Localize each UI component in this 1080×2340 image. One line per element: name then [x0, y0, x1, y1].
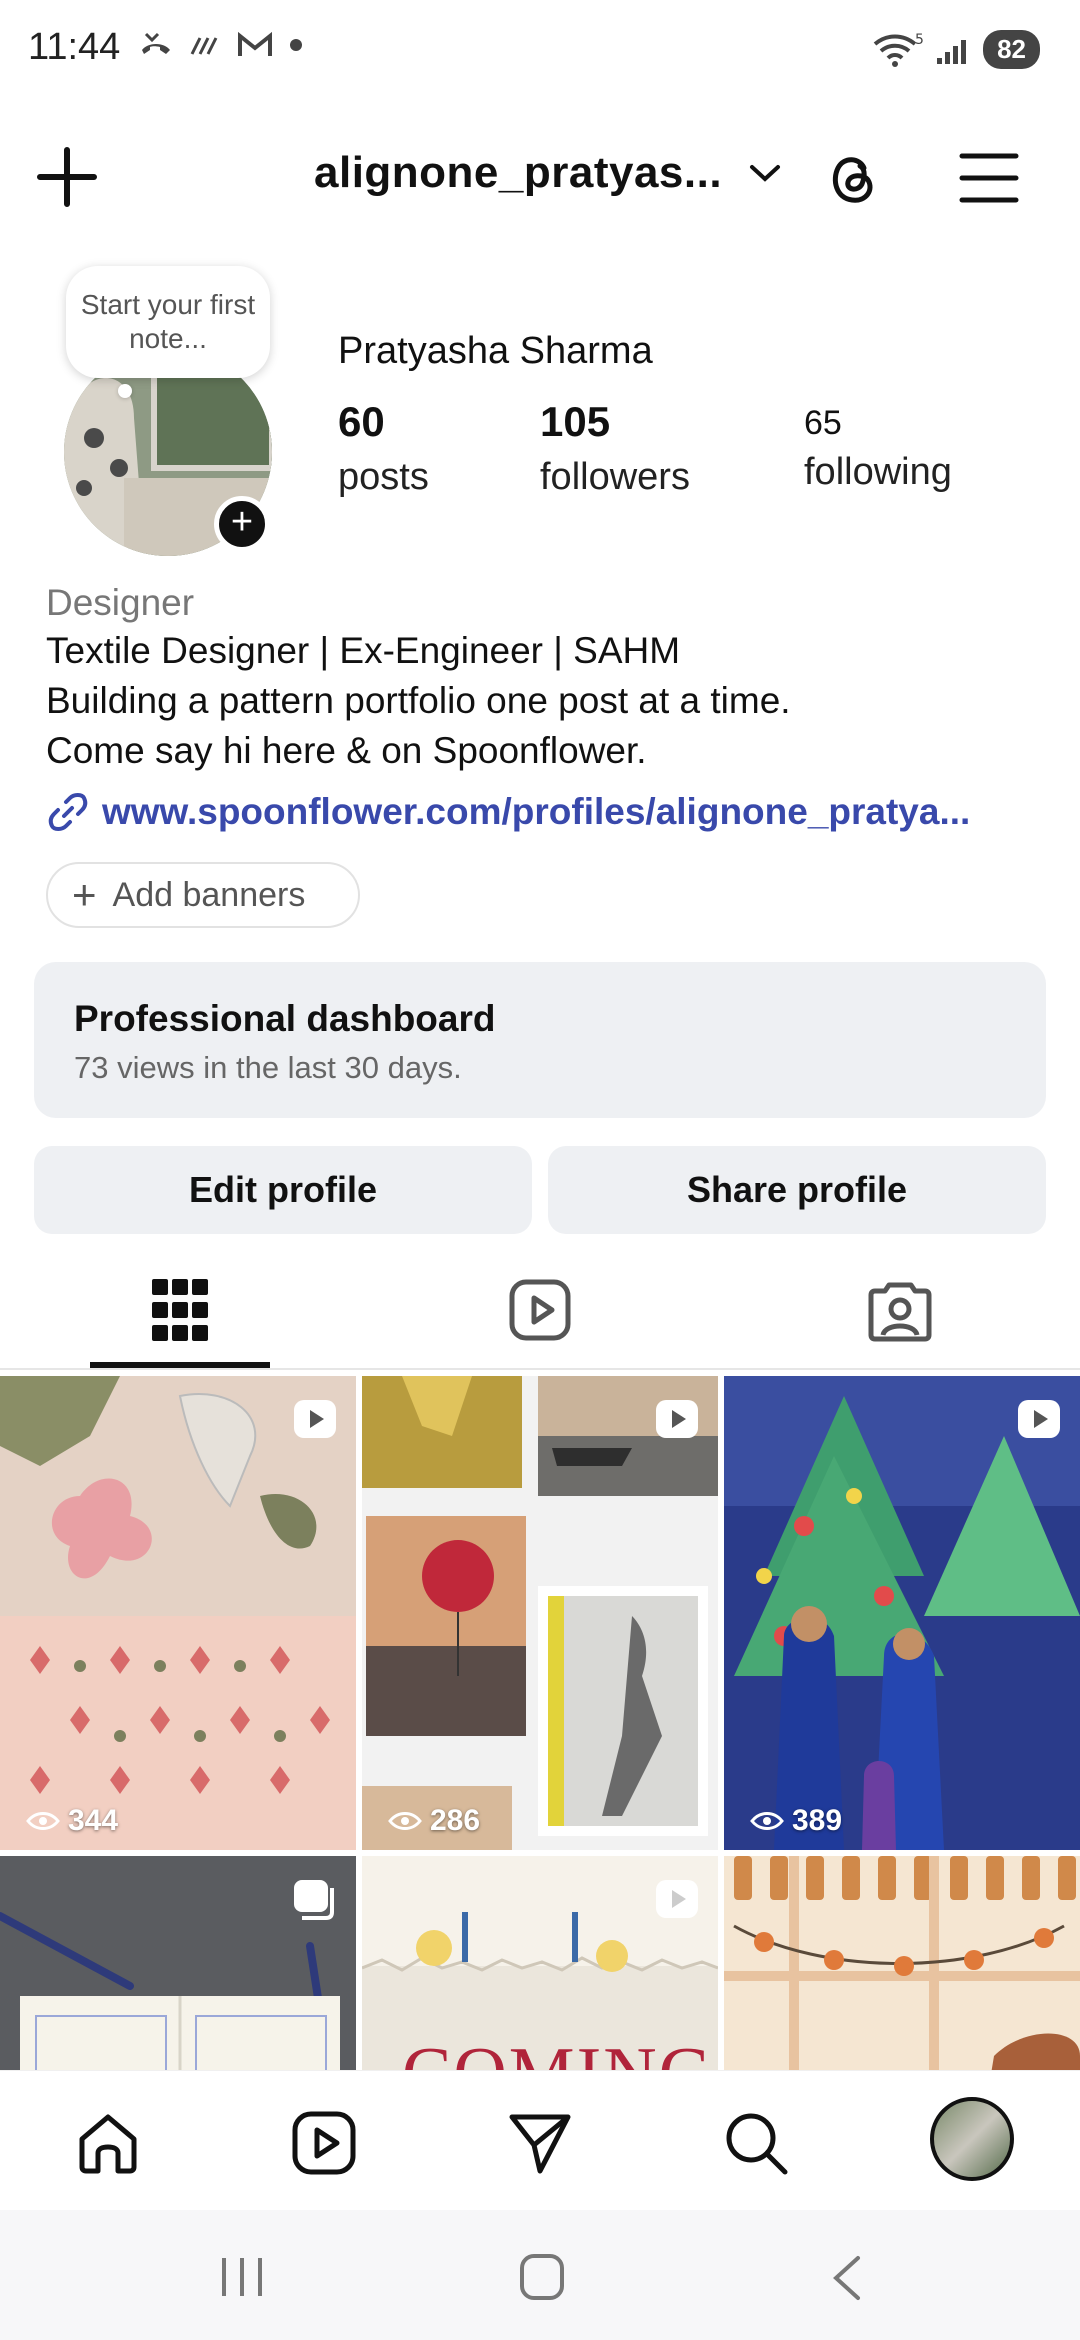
- grid-post[interactable]: [724, 1856, 1080, 2070]
- edit-profile-button[interactable]: Edit profile: [34, 1146, 532, 1234]
- posts-label: posts: [338, 456, 429, 498]
- bio-line: Textile Designer | Ex-Engineer | SAHM: [46, 630, 681, 671]
- note-bubble-tail: [118, 384, 132, 398]
- recent-apps-icon[interactable]: [218, 2254, 266, 2300]
- profile-header: alignone_pratyas...: [0, 120, 1080, 230]
- followers-count: 105: [540, 398, 611, 445]
- post-thumbnail: [362, 1376, 718, 1850]
- nav-search[interactable]: [718, 2105, 794, 2181]
- tagged-icon: [868, 1282, 932, 1342]
- share-profile-button[interactable]: Share profile: [548, 1146, 1046, 1234]
- professional-dashboard[interactable]: Professional dashboard 73 views in the l…: [34, 962, 1046, 1118]
- grid-post[interactable]: 286: [362, 1376, 718, 1850]
- nav-messages[interactable]: [502, 2105, 578, 2181]
- view-count-text: 389: [792, 1804, 843, 1837]
- nav-home[interactable]: [70, 2105, 146, 2181]
- add-banners-button[interactable]: + Add banners: [46, 862, 360, 928]
- home-button-icon[interactable]: [518, 2252, 566, 2302]
- reel-badge-icon: [294, 1400, 336, 1438]
- view-count: 286: [388, 1804, 480, 1838]
- dot-icon: [290, 39, 302, 51]
- note-bubble[interactable]: Start your first note...: [66, 266, 270, 378]
- signal-icon: [937, 39, 967, 64]
- view-count-text: 344: [68, 1804, 119, 1837]
- tab-reels[interactable]: [500, 1270, 580, 1350]
- post-thumbnail: [724, 1376, 1080, 1850]
- eye-icon: [26, 1812, 60, 1830]
- dashboard-title: Professional dashboard: [74, 998, 496, 1039]
- bio-link[interactable]: www.spoonflower.com/profiles/alignone_pr…: [46, 790, 970, 834]
- link-icon: [48, 793, 88, 831]
- tab-tagged[interactable]: [860, 1270, 940, 1350]
- grid-icon: [152, 1279, 208, 1341]
- view-count: 389: [750, 1804, 842, 1838]
- add-banners-label: Add banners: [112, 875, 306, 914]
- post-thumbnail: [724, 1856, 1080, 2070]
- status-time: 11:44: [28, 26, 121, 68]
- stat-followers[interactable]: 105 followers: [540, 398, 690, 499]
- profile-tabs: [0, 1256, 1080, 1370]
- nav-profile-avatar[interactable]: [930, 2097, 1014, 2181]
- back-icon[interactable]: [828, 2254, 868, 2302]
- eye-icon: [388, 1812, 422, 1830]
- tab-grid[interactable]: [140, 1270, 220, 1350]
- send-icon: [509, 2114, 571, 2174]
- full-name: Pratyasha Sharma: [338, 330, 653, 372]
- plus-icon: +: [72, 871, 97, 918]
- threads-icon[interactable]: [820, 146, 884, 210]
- reel-badge-icon: [1018, 1400, 1060, 1438]
- home-icon: [79, 2114, 137, 2174]
- following-label: following: [804, 451, 952, 493]
- following-count: 65: [804, 404, 842, 442]
- posts-count: 60: [338, 398, 385, 445]
- battery-indicator: 82: [983, 30, 1040, 69]
- grid-post[interactable]: 389: [724, 1376, 1080, 1850]
- overlay-text: COMING: [402, 2032, 714, 2070]
- grid-post[interactable]: [0, 1856, 356, 2070]
- hamburger-menu-icon[interactable]: [956, 148, 1022, 208]
- followers-label: followers: [540, 456, 690, 498]
- dashboard-subtitle: 73 views in the last 30 days.: [74, 1050, 462, 1085]
- reel-badge-icon: [656, 1400, 698, 1438]
- system-navigation-bar: [0, 2210, 1080, 2340]
- add-story-button[interactable]: +: [214, 496, 270, 552]
- wifi-icon: 5: [873, 32, 924, 67]
- stat-following[interactable]: 65 following: [804, 404, 952, 494]
- gmail-icon: [238, 31, 272, 56]
- notification-icons: [138, 30, 304, 60]
- grid-post[interactable]: COMING: [362, 1856, 718, 2070]
- bottom-navigation: [0, 2070, 1080, 2210]
- bio-line: Come say hi here & on Spoonflower.: [46, 730, 647, 771]
- carousel-badge-icon: [294, 1880, 334, 1920]
- profile-category: Designer: [46, 582, 195, 623]
- grid-post[interactable]: 344: [0, 1376, 356, 1850]
- post-thumbnail: [0, 1376, 356, 1850]
- reel-badge-icon: [656, 1880, 698, 1918]
- create-plus-icon[interactable]: [34, 144, 100, 210]
- bio-link-text: www.spoonflower.com/profiles/alignone_pr…: [102, 791, 971, 832]
- status-bar: 11:44 5 82: [0, 0, 1080, 100]
- missed-call-icon: [142, 32, 170, 54]
- data-saver-icon: [190, 37, 218, 55]
- eye-icon: [750, 1812, 784, 1830]
- view-count: 344: [26, 1804, 118, 1838]
- nav-reels[interactable]: [286, 2105, 362, 2181]
- bio-line: Building a pattern portfolio one post at…: [46, 680, 791, 721]
- search-icon: [726, 2113, 788, 2175]
- reels-icon: [292, 2111, 356, 2175]
- view-count-text: 286: [430, 1804, 481, 1837]
- username: alignone_pratyas...: [314, 148, 723, 197]
- system-icons: 5 82: [871, 30, 1040, 69]
- bio: Designer Textile Designer | Ex-Engineer …: [46, 580, 1046, 776]
- active-tab-indicator: [90, 1362, 270, 1368]
- svg-text:5: 5: [915, 32, 924, 48]
- stat-posts[interactable]: 60 posts: [338, 398, 429, 499]
- chevron-down-icon: [750, 165, 781, 182]
- posts-grid: 344 286 389: [0, 1376, 1080, 2070]
- reels-icon: [509, 1279, 571, 1341]
- account-switcher[interactable]: alignone_pratyas...: [314, 148, 782, 198]
